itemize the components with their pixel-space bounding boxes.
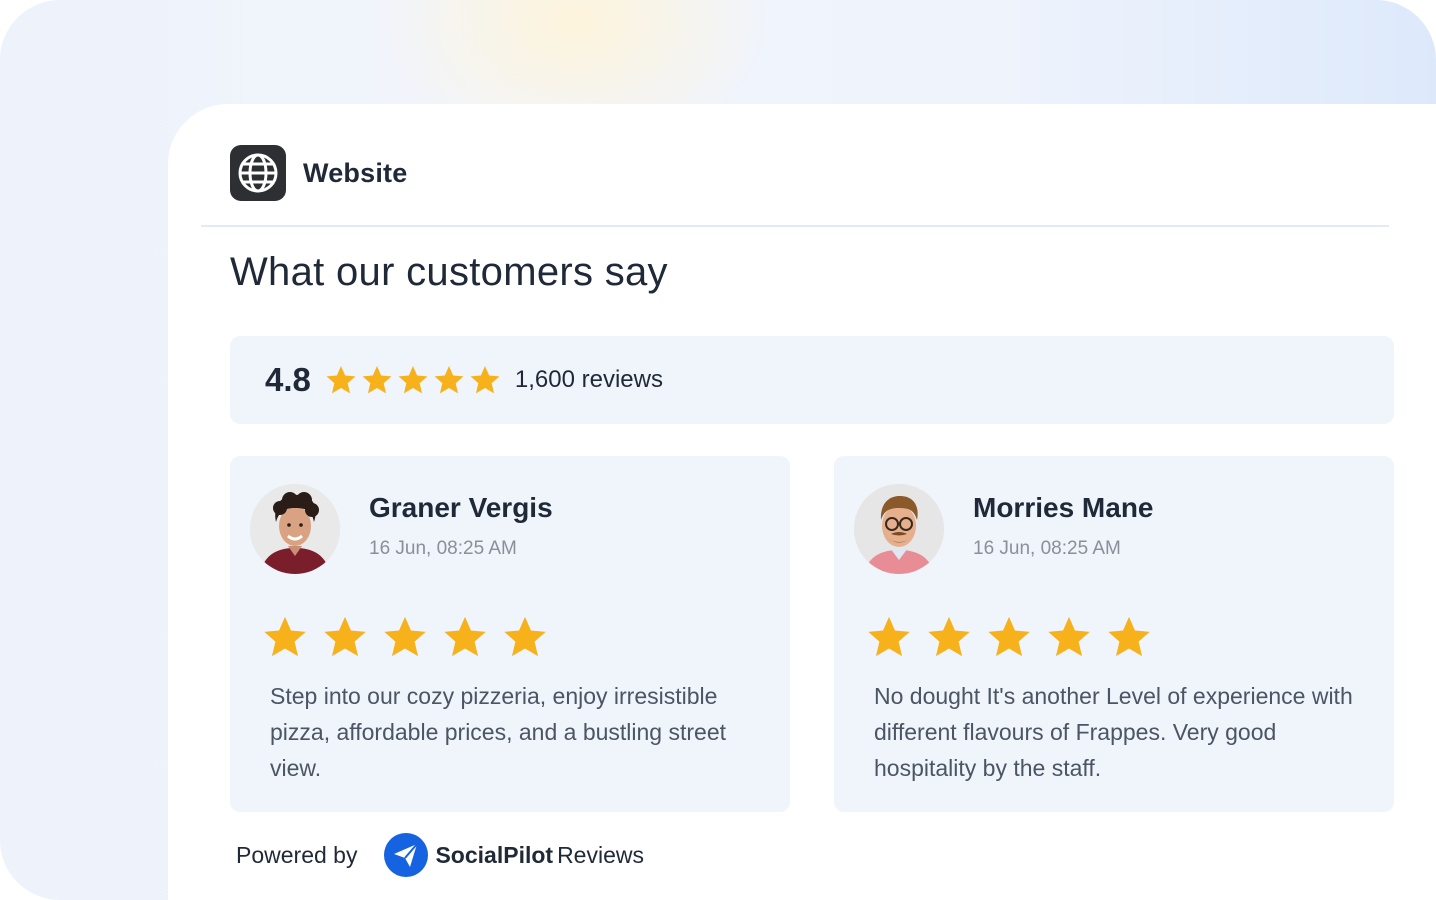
review-card: Morries Mane 16 Jun, 08:25 AM No dought …: [834, 456, 1394, 812]
powered-by-label: Powered by: [236, 841, 358, 868]
star-icon: [988, 616, 1030, 657]
review-rating-stars: [262, 614, 548, 660]
star-icon: [504, 616, 546, 657]
section-title: What our customers say: [230, 250, 668, 294]
star-icon: [868, 616, 910, 657]
average-rating: 4.8: [265, 361, 311, 398]
socialpilot-logo-icon[interactable]: [383, 832, 429, 878]
star-icon: [470, 366, 500, 394]
star-icon: [1048, 616, 1090, 657]
widget-source-title: Website: [303, 157, 408, 188]
brand-name[interactable]: SocialPilot: [435, 842, 553, 869]
rating-summary: 4.8 1,600 reviews: [230, 336, 1394, 424]
globe-icon: [230, 145, 286, 201]
star-icon: [362, 366, 392, 394]
reviews-widget-card: Website What our customers say 4.8 1,600…: [168, 104, 1436, 900]
star-icon: [384, 616, 426, 657]
star-icon: [444, 616, 486, 657]
review-timestamp: 16 Jun, 08:25 AM: [973, 538, 1121, 559]
reviewer-name: Graner Vergis: [369, 492, 553, 523]
header-divider: [201, 225, 1389, 227]
star-icon: [928, 616, 970, 657]
star-icon: [326, 366, 356, 394]
star-icon: [398, 366, 428, 394]
star-icon: [434, 366, 464, 394]
avatar: [854, 484, 944, 574]
widget-header: Website: [230, 145, 407, 201]
average-rating-stars: [325, 364, 501, 396]
review-card: Graner Vergis 16 Jun, 08:25 AM Step into…: [230, 456, 790, 812]
star-icon: [264, 616, 306, 657]
review-count: 1,600 reviews: [514, 366, 663, 393]
review-text: Step into our cozy pizzeria, enjoy irres…: [270, 683, 727, 781]
star-icon: [324, 616, 366, 657]
star-icon: [1108, 616, 1150, 657]
review-text: No dought It's another Level of experien…: [874, 683, 1353, 781]
brand-product[interactable]: Reviews: [557, 842, 644, 869]
reviewer-name: Morries Mane: [973, 492, 1154, 523]
powered-by-footer: Powered by SocialPilot Reviews: [236, 832, 644, 878]
avatar: [250, 484, 340, 574]
review-timestamp: 16 Jun, 08:25 AM: [369, 538, 517, 559]
review-rating-stars: [866, 614, 1152, 660]
